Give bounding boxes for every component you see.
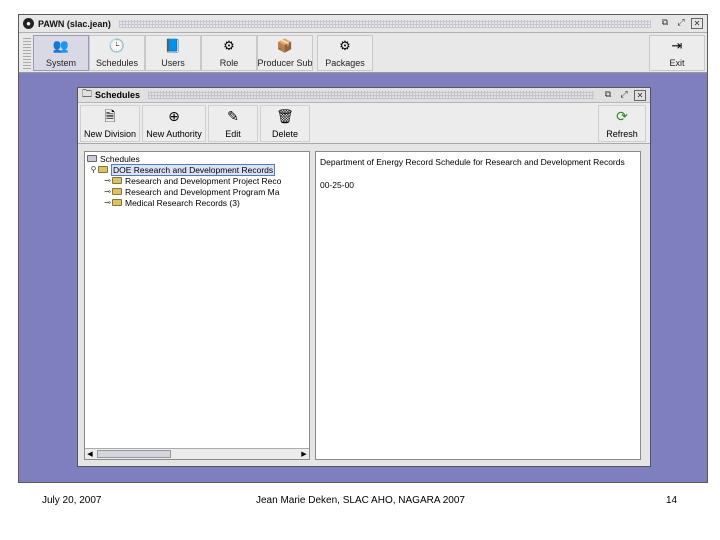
tree-node-medical[interactable]: ⊸ Medical Research Records (3) (103, 197, 240, 208)
delete-trash-icon: 🗑 (276, 109, 294, 125)
role-button-label: Role (219, 58, 239, 68)
tree-node-label: DOE Research and Development Records (111, 163, 276, 176)
footer-date: July 20, 2007 (42, 495, 102, 506)
restore-icon[interactable]: ⧉ (659, 18, 671, 29)
new-division-button[interactable]: 🗎 New Division (80, 105, 140, 142)
schedules-titlebar[interactable]: 🗀 Schedules ⧉ ⤢ ✕ (78, 88, 650, 103)
schedule-tree[interactable]: Schedules ⚲ DOE Research and Development… (84, 151, 310, 460)
producer-icon: 📦 (276, 39, 294, 54)
refresh-icon: ⟳ (616, 109, 628, 125)
producer-sub-button-label: Producer Sub (257, 58, 313, 68)
app-titlebar[interactable]: ● PAWN (slac.jean) ⧉ ⤢ ✕ (19, 15, 707, 33)
user-book-icon: 📘 (164, 39, 182, 54)
schedules-title: Schedules (95, 90, 141, 100)
collapsed-knob-icon[interactable]: ⊸ (103, 198, 112, 207)
tree-node-project[interactable]: ⊸ Research and Development Project Reco (103, 175, 281, 186)
new-division-icon: 🗎 (104, 109, 116, 125)
folder-icon (98, 166, 108, 173)
tree-node-label: Research and Development Project Reco (125, 175, 282, 186)
tree-node-label: Research and Development Program Ma (125, 186, 280, 197)
scroll-left-icon[interactable]: ◀ (85, 449, 95, 459)
titlebar-grip (118, 19, 651, 28)
footer-author: Jean Marie Deken, SLAC AHO, NAGARA 2007 (256, 495, 465, 506)
collapsed-knob-icon[interactable]: ⊸ (103, 176, 112, 185)
edit-label: Edit (225, 129, 241, 139)
role-button[interactable]: ⚙ Role (201, 35, 257, 71)
exit-button[interactable]: ⇥ Exit (649, 35, 705, 71)
scrollbar-thumb[interactable] (97, 450, 171, 458)
schedules-root-icon (87, 155, 97, 162)
system-button-label: System (45, 58, 76, 68)
schedules-toolbar: 🗎 New Division ⊕ New Authority ✎ Edit 🗑 … (78, 103, 650, 144)
expanded-knob-icon[interactable]: ⚲ (89, 165, 98, 174)
packages-button-label: Packages (325, 58, 365, 68)
edit-button[interactable]: ✎ Edit (208, 105, 258, 142)
users-button[interactable]: 📘 Users (145, 35, 201, 71)
close-icon[interactable]: ✕ (691, 18, 703, 29)
collapsed-knob-icon[interactable]: ⊸ (103, 187, 112, 196)
producer-sub-button[interactable]: 📦 Producer Sub (257, 35, 313, 71)
new-authority-button[interactable]: ⊕ New Authority (142, 105, 206, 142)
tree-horizontal-scrollbar[interactable]: ◀ ▶ (85, 448, 309, 459)
tree-node-program[interactable]: ⊸ Research and Development Program Ma (103, 186, 280, 197)
schedule-detail-pane: Department of Energy Record Schedule for… (315, 151, 641, 460)
system-button[interactable]: 👥 System (33, 35, 89, 71)
scroll-right-icon[interactable]: ▶ (299, 449, 309, 459)
maximize-icon[interactable]: ⤢ (675, 18, 687, 29)
schedules-button-label: Schedules (95, 58, 139, 68)
packages-button[interactable]: ⚙ Packages (317, 35, 373, 71)
schedules-window: 🗀 Schedules ⧉ ⤢ ✕ 🗎 New Division ⊕ New A… (77, 87, 651, 467)
role-icon: ⚙ (223, 39, 235, 54)
schedules-window-icon: 🗀 (82, 88, 92, 100)
schedule-detail-title: Department of Energy Record Schedule for… (320, 157, 625, 167)
packages-icon: ⚙ (339, 39, 351, 54)
exit-button-label: Exit (669, 58, 685, 68)
refresh-button[interactable]: ⟳ Refresh (598, 105, 646, 142)
toolbar-grip[interactable] (23, 37, 31, 69)
footer-page-number: 14 (666, 495, 678, 506)
app-window: ● PAWN (slac.jean) ⧉ ⤢ ✕ 👥 System 🕒 Sche… (18, 14, 708, 483)
tree-root[interactable]: Schedules (87, 153, 140, 164)
users-button-label: Users (161, 58, 185, 68)
delete-button[interactable]: 🗑 Delete (260, 105, 310, 142)
schedule-detail-code: 00-25-00 (320, 180, 355, 190)
schedules-titlebar-grip (148, 91, 594, 99)
delete-label: Delete (271, 129, 298, 139)
users-icon: 👥 (52, 39, 70, 54)
exit-icon: ⇥ (671, 39, 683, 54)
folder-icon (112, 199, 122, 206)
app-title: PAWN (slac.jean) (38, 18, 111, 29)
schedules-maximize-icon[interactable]: ⤢ (618, 90, 630, 101)
app-logo-icon: ● (23, 18, 34, 29)
refresh-label: Refresh (606, 129, 638, 139)
new-division-label: New Division (83, 129, 136, 139)
app-toolbar: 👥 System 🕒 Schedules 📘 Users ⚙ Role 📦 Pr… (19, 33, 707, 73)
schedules-button[interactable]: 🕒 Schedules (89, 35, 145, 71)
new-authority-icon: ⊕ (168, 109, 180, 125)
new-authority-label: New Authority (146, 129, 202, 139)
schedules-restore-icon[interactable]: ⧉ (602, 90, 614, 101)
tree-node-label: Medical Research Records (3) (125, 197, 240, 208)
schedules-close-icon[interactable]: ✕ (634, 89, 646, 101)
tree-node-doe[interactable]: ⚲ DOE Research and Development Records (89, 163, 276, 176)
edit-icon: ✎ (227, 109, 239, 125)
tree-root-label: Schedules (100, 153, 140, 164)
folder-icon (112, 177, 122, 184)
schedules-clock-icon: 🕒 (108, 39, 126, 54)
folder-icon (112, 188, 122, 195)
